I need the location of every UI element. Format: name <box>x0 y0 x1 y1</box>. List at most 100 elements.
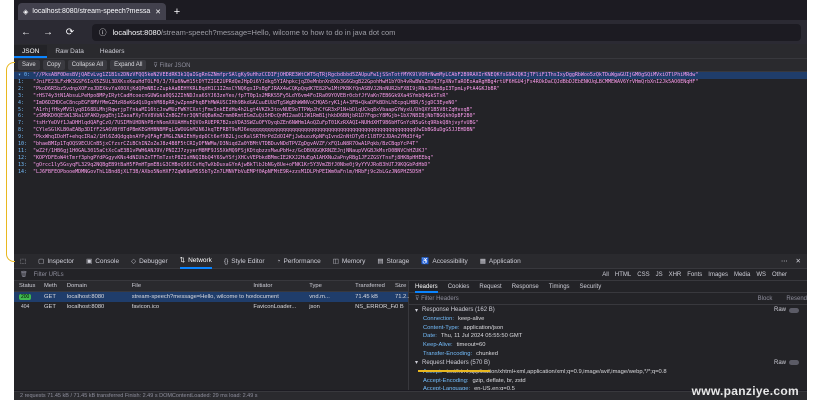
tab-title: localhost:8080/stream-speech?messa <box>32 8 151 15</box>
filter-headers-input[interactable]: ⊽ Filter Headers <box>415 295 459 302</box>
screenshot-frame: ◈ localhost:8080/stream-speech?messa ✕ +… <box>0 0 821 400</box>
json-row[interactable]: ▾ 0: "//PksABF0DesBVjQAEvLvg1Z1B1s2DNzVFQ… <box>14 72 807 79</box>
json-row[interactable]: 8: "CYleSGlKLB0aEABp3DIfF2SA6VBfBTdPBmKEG… <box>14 127 807 134</box>
json-value: "KOPYDFEoW4tTmrf3phgPYdPGgyvKNs4dNIUhZnT… <box>33 154 434 161</box>
performance-icon: ◔ <box>276 257 281 265</box>
page-info-icon[interactable]: ⓘ <box>99 27 107 38</box>
json-row[interactable]: 14: "LJ6FBFEOPbooeMDMNGovThL1Bnd8jXLT3B/A… <box>14 169 807 176</box>
block-button[interactable]: Block <box>758 296 781 302</box>
json-value: "CYleSGlKLB0aEABp3DIfF2SA6VBfBTdPBmKEGHH… <box>33 127 476 134</box>
json-rows: ▾ 0: "//PksABF0DesBVjQAEvLvg1Z1B1s2DNzVFQ… <box>14 72 807 176</box>
type-css[interactable]: CSS <box>637 272 649 278</box>
tab-application[interactable]: ▦ Application <box>480 257 521 266</box>
accessibility-icon: ♿ <box>421 258 430 265</box>
type-html[interactable]: HTML <box>615 272 631 278</box>
tab-storage[interactable]: ▤ Storage <box>377 257 409 266</box>
tab-style-editor[interactable]: {} Style Editor <box>224 258 265 265</box>
tab-console[interactable]: ▣ Console <box>86 257 119 266</box>
pick-element-icon[interactable]: ⬚ <box>20 257 26 265</box>
tab-response[interactable]: Response <box>512 284 539 290</box>
type-media[interactable]: Media <box>734 272 750 278</box>
toolbox-options-icon[interactable]: ⋯ <box>781 257 788 265</box>
type-other[interactable]: Other <box>772 272 787 278</box>
json-row[interactable]: 9: "PkxWhqIDoHT+ehqcIRa2/1Hl6ZdQdgqbnAYPy… <box>14 134 807 141</box>
type-ws[interactable]: WS <box>756 272 766 278</box>
browser-tab[interactable]: ◈ localhost:8080/stream-speech?messa ✕ <box>18 3 166 20</box>
tab-request[interactable]: Request <box>479 284 501 290</box>
tab-headers[interactable]: Headers <box>92 45 133 58</box>
close-tab-icon[interactable]: ✕ <box>155 8 161 16</box>
header-name: Transfer-Encoding: <box>423 350 473 357</box>
expand-all-button[interactable]: Expand All <box>110 60 147 70</box>
type-all[interactable]: All <box>602 272 609 278</box>
watermark: www.panziye.com <box>691 384 799 398</box>
json-row[interactable]: 4: "ImD6DZHDCeC8ncpEGF8MVfMmGZHzR8eKGdQiD… <box>14 100 807 107</box>
table-row[interactable]: 200 GET localhost:8080 stream-speech?mes… <box>14 292 411 302</box>
tab-accessibility[interactable]: ♿ Accessibility <box>421 257 468 266</box>
tab-json[interactable]: JSON <box>14 45 48 58</box>
json-row[interactable]: 5: "A1rhjfHkyMVSlyq8I68DLMhjRqwrjpTfnkaMI… <box>14 107 807 114</box>
forward-arrow-icon[interactable]: → <box>42 27 54 38</box>
type-fonts[interactable]: Fonts <box>687 272 702 278</box>
type-xhr[interactable]: XHR <box>669 272 682 278</box>
back-arrow-icon[interactable]: ← <box>20 27 32 38</box>
raw-toggle[interactable] <box>789 307 799 313</box>
tab-security[interactable]: Security <box>580 284 602 290</box>
json-row[interactable]: 1: "JniFE23LFxHK3GSF6IoX5Z5Ui3DXKsxKeuHdT… <box>14 79 807 86</box>
json-row[interactable]: 12: "KOPYDFEoW4tTmrf3phgPYdPGgyvKNs4dNIUh… <box>14 155 807 162</box>
json-row[interactable]: 10: "bhaeBMIp1TqOQS9ECUCnB5jxCfzsrCZiBChI… <box>14 141 807 148</box>
tab-network[interactable]: ⇅ Network <box>179 254 212 269</box>
response-headers-section[interactable]: ▾ Response Headers (162 B) Raw <box>409 305 807 315</box>
tab-inspector[interactable]: ▢ Inspector <box>38 257 74 266</box>
json-key: 6: <box>18 113 25 120</box>
header-name: Connection: <box>423 316 454 323</box>
json-key: 7: <box>18 120 25 127</box>
clear-network-icon[interactable]: 🗑 <box>20 271 28 278</box>
console-icon: ▣ <box>86 258 93 265</box>
json-row[interactable]: 6: "zSMRKD0QESW13Ra19FAKDypgEhj1ZaoaFXyTn… <box>14 113 807 120</box>
network-type-filters: All HTML CSS JS XHR Fonts Images Media W… <box>602 272 807 278</box>
new-tab-button[interactable]: + <box>169 4 185 20</box>
json-value: "LJ6FBFEOPbooeMDMNGovThL1Bnd8jXLT3B/AXbo… <box>33 168 425 175</box>
tab-cookies[interactable]: Cookies <box>448 284 470 290</box>
tab-memory[interactable]: ◫ Memory <box>333 257 366 266</box>
request-headers-section[interactable]: ▾ Request Headers (570 B) Raw <box>409 358 807 368</box>
json-row[interactable]: 7: "tsHrYeDVf1JaDHHlqdQAFgCzO/7USIMhUHDNh… <box>14 120 807 127</box>
raw-toggle[interactable] <box>789 360 799 366</box>
header-name: Content-Type: <box>423 324 460 331</box>
json-key: 3: <box>18 92 25 99</box>
request-details: Headers Cookies Request Response Timings… <box>409 281 807 390</box>
address-bar[interactable]: ⓘ localhost:8080/stream-speech?message=H… <box>92 23 801 41</box>
json-viewer: JSON Raw Data Headers Save Copy Collapse… <box>14 44 807 254</box>
json-value: "wZ2f/1HB6gj1H0GAL3015aCtXcCaE3B1vPWH6AN… <box>33 147 428 154</box>
reload-icon[interactable]: ⟳ <box>64 27 76 38</box>
json-row[interactable]: 3: "rHS74y3tN1AbsuLPeHpo8MPyIRytCadHcoecn… <box>14 93 807 100</box>
json-value: "zSMRKD0QESW13Ra19FAKDypgEhj1ZaoaFXyTnV8… <box>33 113 476 120</box>
json-row[interactable]: 2: "PkoD6R5bz5vdnpXOFzeJDEXkvYaX0OXjKdQPm… <box>14 86 807 93</box>
tab-performance[interactable]: ◔ Performance <box>277 258 321 265</box>
type-js[interactable]: JS <box>656 272 663 278</box>
type-images[interactable]: Images <box>708 272 728 278</box>
save-button[interactable]: Save <box>18 60 40 70</box>
resend-button[interactable]: Resend <box>786 296 807 302</box>
filter-urls-input[interactable]: Filter URLs <box>34 272 64 278</box>
json-row[interactable]: 13: "gOrcc1ly5GsyqFL329q2NQBgEB9tBaH5FPmH… <box>14 162 807 169</box>
browser-window: ◈ localhost:8080/stream-speech?messa ✕ +… <box>14 0 807 400</box>
annotation-bracket <box>6 62 15 262</box>
tab-req-headers[interactable]: Headers <box>415 281 438 293</box>
copy-button[interactable]: Copy <box>42 60 65 70</box>
collapse-all-button[interactable]: Collapse All <box>67 60 108 70</box>
json-row[interactable]: 11: "wZ2f/1HB6gj1H0GAL3015aCtXcCaE3B1vPWH… <box>14 148 807 155</box>
header-value: Thu, 11 Jul 2024 05:55:50 GMT <box>440 333 523 340</box>
table-row[interactable]: 404 GET localhost:8080 favicon.ico Favic… <box>14 302 408 312</box>
tab-timings[interactable]: Timings <box>549 284 570 290</box>
json-key: 11: <box>18 147 28 154</box>
header-value: timeout=60 <box>456 342 486 349</box>
json-key: 1: <box>18 78 25 85</box>
debugger-icon: ◇ <box>131 258 137 265</box>
close-devtools-icon[interactable]: ✕ <box>796 257 801 265</box>
tab-raw-data[interactable]: Raw Data <box>47 45 92 58</box>
tab-debugger[interactable]: ◇ Debugger <box>131 257 168 266</box>
filter-json-input[interactable]: ⊽ Filter JSON <box>153 62 190 69</box>
json-key: ▾ 0: <box>18 72 31 78</box>
